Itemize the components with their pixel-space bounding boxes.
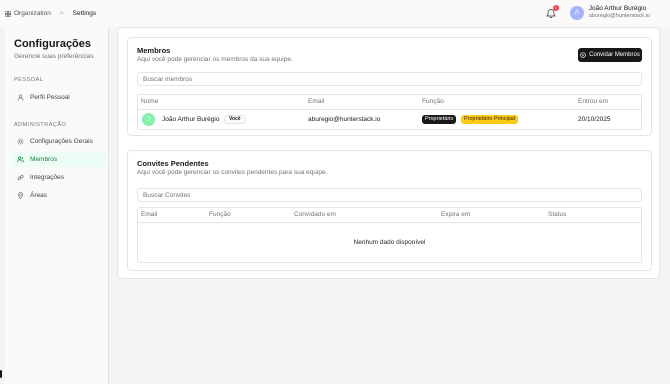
plus-circle-icon	[580, 52, 586, 58]
member-joined-date: 20/10/2025	[578, 116, 611, 123]
user-email: aburegio@hunterstack.io	[588, 13, 650, 19]
sidebar-title: Configurações	[14, 38, 92, 50]
breadcrumb-current: Settings	[72, 10, 97, 17]
header-divider	[138, 222, 641, 223]
sidebar-item-personal-profile[interactable]: Perfil Pessoal	[10, 90, 106, 105]
sidebar-item-general-settings[interactable]: Configurações Gerais	[10, 134, 106, 149]
sidebar-item-label: Membros	[30, 156, 58, 163]
sidebar-item-label: Configurações Gerais	[30, 138, 93, 145]
column-header-role: Função	[422, 98, 444, 105]
sidebar-item-label: Áreas	[30, 192, 47, 199]
member-email: aburegio@hunterstack.io	[308, 116, 381, 123]
header-divider	[138, 109, 641, 110]
column-header-invited-on: Convidado em	[294, 211, 336, 218]
role-badge-principal-owner: Proprietário Principal	[461, 115, 519, 124]
invites-subtitle: Aqui você pode gerenciar os convites pen…	[137, 169, 328, 176]
column-header-email: Email	[141, 211, 158, 218]
pending-invites-card: Convites Pendentes Aqui você pode gerenc…	[127, 150, 652, 271]
organization-icon	[5, 10, 11, 17]
breadcrumb-organization[interactable]: Organization	[14, 10, 51, 17]
scrollbar-thumb[interactable]	[0, 370, 2, 378]
member-avatar: J	[142, 113, 155, 126]
breadcrumb: Organization > Settings	[5, 10, 96, 17]
invites-search-input[interactable]	[137, 188, 642, 202]
members-subtitle: Aqui você pode gerenciar os membros da s…	[137, 56, 293, 63]
link-icon	[17, 174, 24, 181]
sidebar-subtitle: Gerencie suas preferências	[14, 53, 94, 60]
user-avatar[interactable]: A	[569, 5, 584, 20]
sidebar-section-admin: ADMINISTRAÇÃO	[14, 122, 67, 128]
main-content: Membros Aqui você pode gerenciar os memb…	[117, 27, 660, 279]
invites-title: Convites Pendentes	[137, 159, 209, 168]
column-header-expires-on: Expira em	[441, 211, 471, 218]
map-pin-icon	[17, 192, 24, 199]
empty-state-text: Nenhum dado disponível	[353, 239, 426, 246]
sidebar-item-label: Integrações	[30, 174, 64, 181]
column-header-joined: Entrou em	[578, 98, 608, 105]
invite-members-label: Convidar Membros	[589, 52, 640, 58]
column-header-email: Email	[308, 98, 325, 105]
user-name: João Arthur Burégio	[588, 5, 647, 12]
gear-icon	[17, 138, 24, 145]
invites-table: Email Função Convidado em Expira em Stat…	[137, 207, 642, 263]
members-card: Membros Aqui você pode gerenciar os memb…	[127, 37, 652, 136]
members-title: Membros	[137, 46, 171, 55]
role-badge-owner: Proprietário	[422, 115, 457, 124]
sidebar-item-areas[interactable]: Áreas	[10, 188, 106, 203]
notification-count-badge: 1	[552, 4, 559, 11]
user-info[interactable]: João Arthur Burégio aburegio@hunterstack…	[589, 5, 650, 20]
breadcrumb-separator: >	[59, 10, 64, 17]
column-header-name: Nome	[141, 98, 159, 105]
settings-sidebar: Configurações Gerencie suas preferências…	[5, 27, 109, 384]
you-badge: Você	[224, 115, 246, 124]
sidebar-item-members[interactable]: Membros	[10, 152, 106, 167]
sidebar-item-label: Perfil Pessoal	[30, 94, 70, 101]
sidebar-section-personal: PESSOAL	[14, 77, 44, 83]
members-search-input[interactable]	[137, 72, 642, 86]
top-bar: Organization > Settings 1 A João Arthur …	[0, 0, 670, 27]
members-table: Nome Email Função Entrou em J João Arthu…	[137, 94, 642, 130]
invite-members-button[interactable]: Convidar Membros	[578, 48, 642, 62]
user-icon	[17, 94, 24, 101]
member-name: João Arthur Burégio	[162, 116, 220, 123]
column-header-role: Função	[209, 211, 231, 218]
notifications-button[interactable]: 1	[545, 4, 559, 18]
users-icon	[17, 156, 24, 163]
sidebar-item-integrations[interactable]: Integrações	[10, 170, 106, 185]
column-header-status: Status	[548, 211, 567, 218]
